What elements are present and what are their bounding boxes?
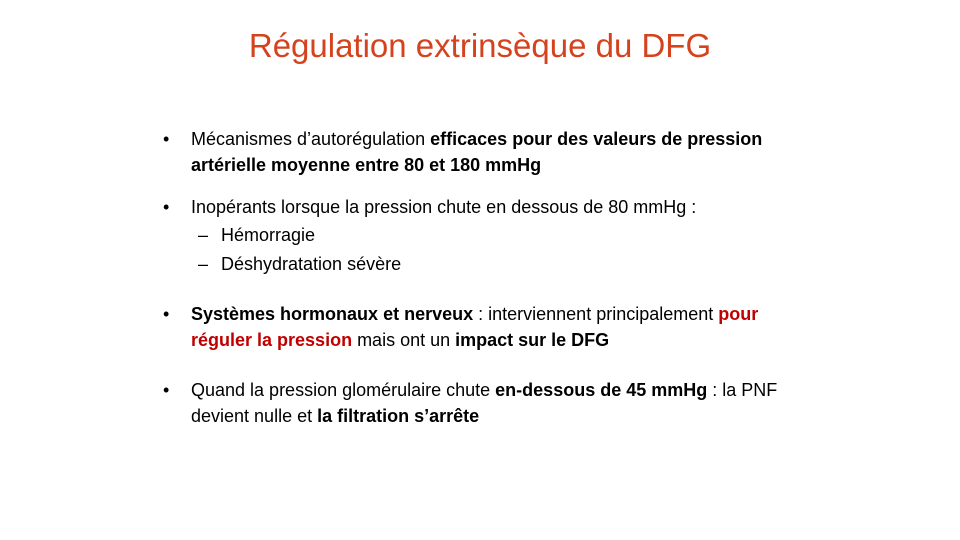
- bullet-list: • Mécanismes d’autorégulation efficaces …: [160, 126, 820, 429]
- bullet-text: mais ont un: [352, 330, 456, 350]
- bullet-text-bold: en-dessous de 45 mmHg: [495, 380, 708, 400]
- bullet-autoregulation: • Mécanismes d’autorégulation efficaces …: [160, 126, 820, 178]
- bullet-marker: •: [163, 197, 170, 217]
- sub-item-deshydratation: – Déshydratation sévère: [191, 250, 820, 279]
- bullet-inoperants: • Inopérants lorsque la pression chute e…: [160, 194, 820, 279]
- bullet-text: : interviennent principalement: [473, 304, 719, 324]
- sub-list: – Hémorragie – Déshydratation sévère: [191, 221, 820, 279]
- sub-marker: –: [198, 225, 209, 245]
- bullet-marker: •: [163, 380, 170, 400]
- slide-title: Régulation extrinsèque du DFG: [248, 27, 712, 64]
- bullet-text: Mécanismes d’autorégulation: [191, 129, 431, 149]
- sub-item-hemorragie: – Hémorragie: [191, 221, 820, 250]
- bullet-text-bold: impact sur le DFG: [455, 330, 610, 350]
- bullet-text-bold: la filtration s’arrête: [317, 406, 480, 426]
- bullet-systemes: • Systèmes hormonaux et nerveux : interv…: [160, 301, 820, 353]
- sub-item-text: Hémorragie: [221, 225, 316, 245]
- sub-item-text: Déshydratation sévère: [221, 254, 402, 274]
- bullet-marker: •: [163, 304, 170, 324]
- bullet-text: Inopérants lorsque la pression chute en …: [191, 197, 697, 217]
- bullet-text: Quand la pression glomérulaire chute: [191, 380, 496, 400]
- sub-marker: –: [198, 254, 209, 274]
- bullet-marker: •: [163, 129, 170, 149]
- slide: Régulation extrinsèque du DFG • Mécanism…: [0, 0, 960, 540]
- bullet-pression-glomerulaire: • Quand la pression glomérulaire chute e…: [160, 377, 820, 429]
- bullet-text-bold: Systèmes hormonaux et nerveux: [191, 304, 474, 324]
